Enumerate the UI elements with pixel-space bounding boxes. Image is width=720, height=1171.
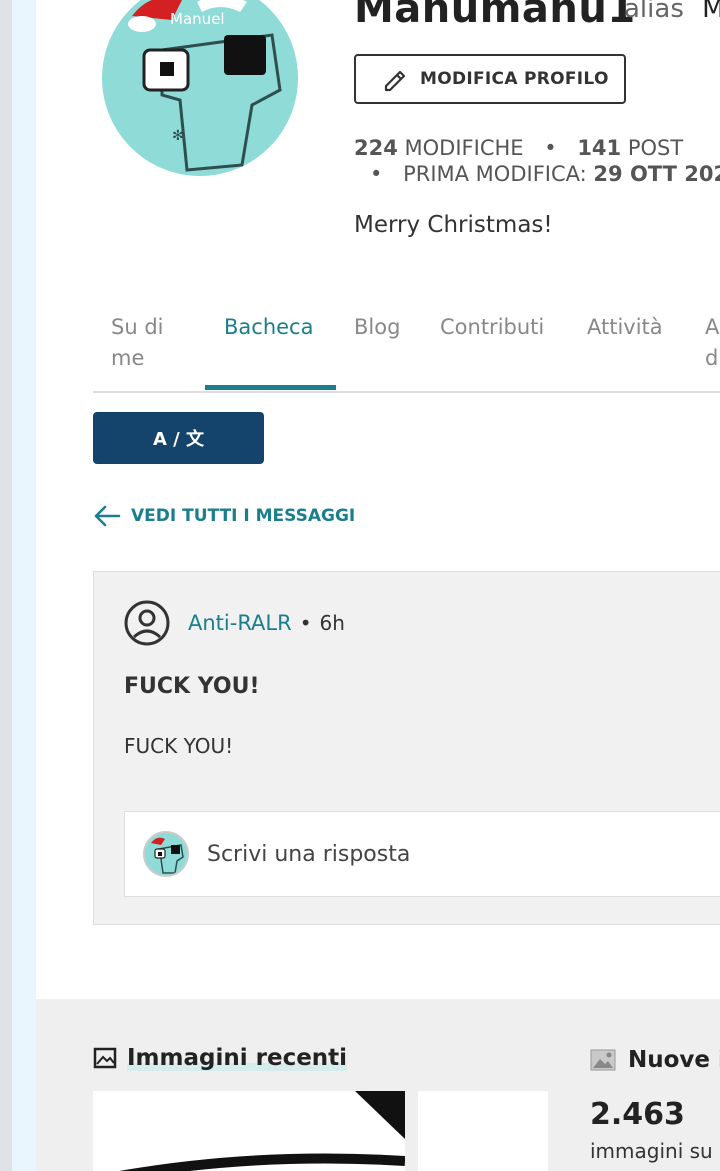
page-gutter — [12, 0, 36, 1171]
recent-images-title: Immagini recenti — [127, 1045, 348, 1071]
message-time[interactable]: 6h — [320, 611, 345, 635]
thumbnail-image — [119, 1091, 405, 1171]
message-title[interactable]: FUCK YOU! — [124, 674, 260, 699]
view-all-messages-link[interactable]: VEDI TUTTI I MESSAGGI — [93, 504, 355, 528]
reply-input[interactable]: Scrivi una risposta — [124, 811, 720, 897]
message-author[interactable]: Anti-RALR — [188, 611, 292, 635]
arrow-left-icon — [94, 505, 121, 527]
new-images-title: Nuove i — [628, 1047, 720, 1073]
posts-label: POST — [627, 136, 684, 160]
first-edit-stat: • PRIMA MODIFICA: 29 OTT 2023 — [370, 162, 720, 186]
image-icon — [93, 1047, 117, 1069]
translate-button[interactable]: A / 文 — [93, 412, 264, 464]
images-count-label: immagini su o — [590, 1139, 720, 1163]
profile-tabs: Su di me Bacheca Blog Contributi Attività… — [93, 312, 720, 392]
message-card: Anti-RALR • 6h FUCK YOU! FUCK YOU! Scriv… — [93, 571, 720, 925]
edit-profile-label: MODIFICA PROFILO — [420, 69, 609, 89]
separator: • — [299, 611, 312, 635]
posts-count: 141 — [577, 136, 622, 160]
tab-wall[interactable]: Bacheca — [224, 312, 313, 343]
edits-label: MODIFICHE — [404, 136, 524, 160]
first-edit-date: 29 OTT 2023 — [593, 162, 720, 186]
avatar-illustration: Manuel ✻ — [128, 0, 282, 172]
recent-image-thumbnail[interactable] — [93, 1091, 405, 1171]
browser-edge — [0, 0, 12, 1171]
first-edit-label: PRIMA MODIFICA: — [403, 162, 587, 186]
svg-text:Manuel: Manuel — [170, 10, 225, 28]
username: Manumanu1 — [354, 0, 636, 32]
active-tab-indicator — [205, 385, 336, 390]
edit-profile-button[interactable]: MODIFICA PROFILO — [354, 54, 626, 104]
message-body: FUCK YOU! — [124, 734, 234, 758]
picture-icon — [590, 1049, 616, 1071]
bottom-section: Immagini recenti Nuove i 2.463 immagini … — [36, 999, 720, 1171]
tab-about[interactable]: Su di me — [111, 312, 163, 374]
message-header: Anti-RALR • 6h — [124, 600, 345, 646]
avatar — [143, 831, 189, 877]
tab-contributions[interactable]: Contributi — [440, 312, 544, 343]
images-count: 2.463 — [590, 1097, 685, 1132]
view-all-messages-label: VEDI TUTTI I MESSAGGI — [131, 506, 356, 526]
profile-stats: 224 MODIFICHE • 141 POST — [354, 136, 684, 160]
svg-text:✻: ✻ — [172, 128, 184, 144]
user-avatar-icon[interactable] — [124, 600, 170, 646]
tab-activity[interactable]: Attività — [587, 312, 663, 343]
tab-blog[interactable]: Blog — [354, 312, 400, 343]
edits-count: 224 — [354, 136, 398, 160]
alias-label: alias M — [624, 0, 720, 24]
profile-bio: Merry Christmas! — [354, 212, 553, 238]
tab-more[interactable]: Ad — [705, 312, 719, 374]
avatar-mini-illustration — [151, 837, 184, 874]
profile-page: Manuel ✻ Manumanu1 alias M MODIFICA PROF… — [36, 0, 720, 1171]
new-images-heading: Nuove i — [590, 1047, 720, 1073]
recent-image-thumbnail[interactable] — [418, 1091, 548, 1171]
profile-avatar[interactable]: Manuel ✻ — [102, 0, 298, 176]
reply-placeholder: Scrivi una risposta — [207, 841, 411, 867]
recent-images-heading: Immagini recenti — [93, 1045, 348, 1071]
pencil-icon — [384, 70, 406, 92]
tabs-divider — [93, 391, 720, 393]
